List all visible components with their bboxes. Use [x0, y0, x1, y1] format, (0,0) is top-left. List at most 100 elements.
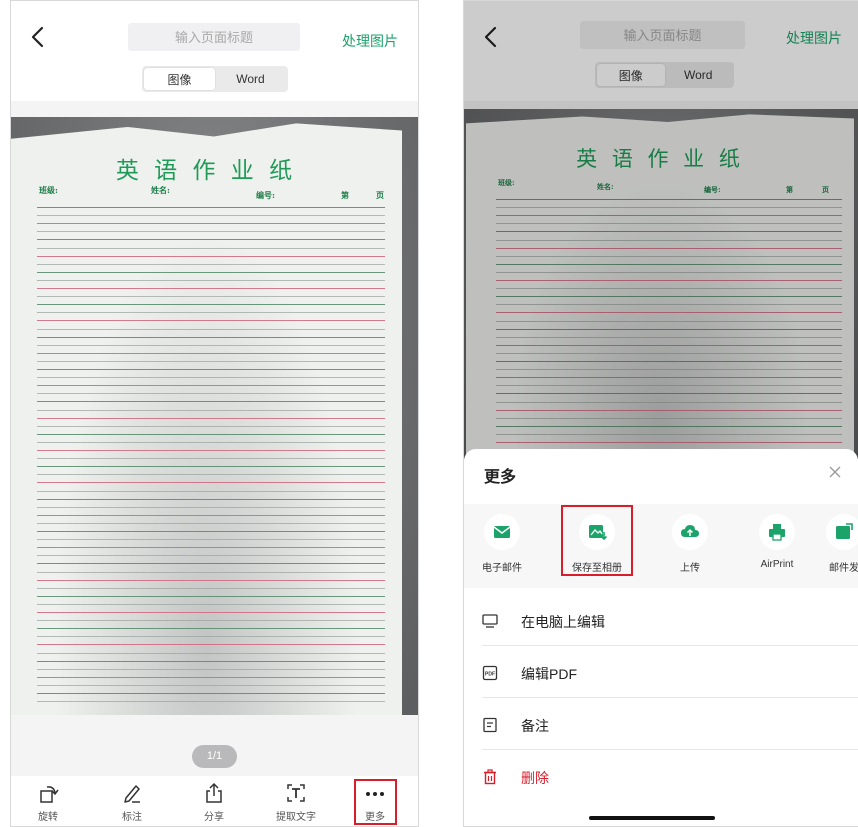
- printer-icon: [769, 524, 785, 541]
- left-screen: 处理图片 图像 Word 英 语 作 业 纸 班级: 姓名: 编号: 第 页 1…: [10, 0, 419, 827]
- ruled-line: [37, 344, 385, 346]
- list-item-edit-on-pc[interactable]: 在电脑上编辑: [464, 595, 858, 647]
- field-page-suffix: 页: [376, 190, 384, 200]
- ruled-line: [37, 304, 385, 306]
- ruled-line: [37, 255, 385, 257]
- field-name: 姓名:: [151, 185, 170, 195]
- share-button[interactable]: 分享: [184, 782, 244, 823]
- list-item-delete[interactable]: 删除: [464, 751, 858, 803]
- ruled-line: [37, 385, 385, 387]
- ruled-line: [37, 498, 385, 500]
- process-image-link[interactable]: 处理图片: [342, 31, 398, 51]
- ruled-line: [37, 360, 385, 362]
- ruled-line: [37, 636, 385, 638]
- option-email-label: 电子邮件: [482, 563, 522, 574]
- field-class: 班级:: [39, 185, 58, 195]
- tab-image[interactable]: 图像: [144, 68, 215, 90]
- ruled-line: [37, 279, 385, 281]
- ruled-line: [37, 660, 385, 662]
- mail-icon: [493, 526, 511, 538]
- ruled-line: [37, 263, 385, 265]
- ruled-line: [37, 539, 385, 541]
- rotate-icon: [40, 786, 59, 803]
- page-title-input[interactable]: [128, 23, 300, 51]
- ruled-line: [37, 369, 385, 370]
- ruled-line: [37, 409, 385, 411]
- list-item-edit-pdf[interactable]: PDF 编辑PDF: [464, 647, 858, 699]
- option-email[interactable]: 电子邮件: [464, 514, 542, 574]
- extract-text-button[interactable]: 提取文字: [266, 782, 326, 823]
- paper-title: 英 语 作 业 纸: [115, 158, 297, 184]
- note-icon: [483, 717, 497, 733]
- ruled-line: [37, 579, 385, 581]
- ruled-line: [37, 393, 385, 395]
- ruled-line: [37, 231, 385, 233]
- cloud-upload-icon: [681, 525, 699, 537]
- ruled-line: [37, 441, 385, 443]
- ruled-line: [37, 312, 385, 314]
- document-photo[interactable]: 英 语 作 业 纸 班级: 姓名: 编号: 第 页: [11, 117, 418, 715]
- trash-icon: [484, 769, 496, 785]
- ruled-line: [37, 684, 385, 686]
- svg-text:PDF: PDF: [485, 672, 495, 678]
- more-sheet: 更多 电子邮件 保存至相册 上传 AirPrint 邮件发 在电脑上编辑 PDF…: [464, 449, 858, 826]
- highlight-frame-more: [354, 779, 397, 825]
- ruled-line: [37, 215, 385, 217]
- ruled-line: [37, 555, 385, 557]
- paper-sheet: 英 语 作 业 纸 班级: 姓名: 编号: 第 页: [11, 123, 402, 715]
- ruled-line: [37, 514, 385, 516]
- ruled-line: [37, 595, 385, 597]
- ruled-line: [37, 247, 385, 249]
- option-upload-label: 上传: [680, 563, 700, 574]
- extract-text-label: 提取文字: [276, 812, 316, 823]
- sheet-title: 更多: [484, 469, 517, 486]
- tab-word[interactable]: Word: [215, 68, 286, 90]
- list-item-note[interactable]: 备注: [464, 699, 858, 751]
- annotate-button[interactable]: 标注: [102, 782, 162, 823]
- pen-icon: [124, 785, 140, 803]
- ruled-line: [37, 288, 385, 289]
- options-row: 电子邮件 保存至相册 上传 AirPrint 邮件发: [464, 504, 858, 588]
- mail-send-icon: [836, 523, 853, 539]
- ruled-line: [37, 296, 385, 298]
- field-page-prefix: 第: [341, 190, 349, 200]
- top-bar: 处理图片 图像 Word: [11, 1, 418, 101]
- ruled-line: [37, 320, 385, 322]
- ruled-line: [37, 571, 385, 573]
- option-mail-send[interactable]: 邮件发: [804, 514, 858, 574]
- ruled-line: [37, 701, 385, 703]
- ruled-line: [37, 433, 385, 435]
- ruled-line: [37, 676, 385, 678]
- ruled-lines: [37, 205, 385, 709]
- bottom-toolbar: 旋转 标注 分享 提取文字 更多: [11, 776, 418, 826]
- ruled-line: [37, 563, 385, 565]
- close-icon[interactable]: [828, 465, 842, 479]
- ruled-line: [37, 531, 385, 532]
- ruled-line: [37, 587, 385, 589]
- ruled-line: [37, 466, 385, 468]
- ruled-line: [37, 628, 385, 630]
- ruled-line: [37, 271, 385, 273]
- right-screen: 处理图片 图像 Word 英 语 作 业 纸 班级: 姓名: 编号: 第 页 更…: [463, 0, 858, 827]
- rotate-button[interactable]: 旋转: [18, 782, 78, 823]
- highlight-frame-save: [561, 505, 633, 576]
- back-icon[interactable]: [29, 26, 47, 48]
- delete-label: 删除: [521, 770, 549, 786]
- ruled-line: [37, 417, 385, 419]
- page-indicator: 1/1: [192, 745, 237, 768]
- ruled-line: [37, 547, 385, 549]
- ruled-line: [37, 328, 385, 330]
- view-mode-toggle: 图像 Word: [142, 66, 288, 92]
- ruled-line: [37, 352, 385, 354]
- field-number: 编号:: [256, 190, 275, 200]
- edit-on-pc-label: 在电脑上编辑: [521, 614, 605, 630]
- ruled-line: [37, 506, 385, 508]
- ruled-line: [37, 458, 385, 460]
- ruled-line: [37, 377, 385, 379]
- ruled-line: [37, 612, 385, 613]
- ruled-line: [37, 425, 385, 427]
- ruled-line: [37, 620, 385, 622]
- edit-pdf-label: 编辑PDF: [521, 666, 577, 682]
- ruled-line: [37, 207, 385, 208]
- option-upload[interactable]: 上传: [650, 514, 730, 574]
